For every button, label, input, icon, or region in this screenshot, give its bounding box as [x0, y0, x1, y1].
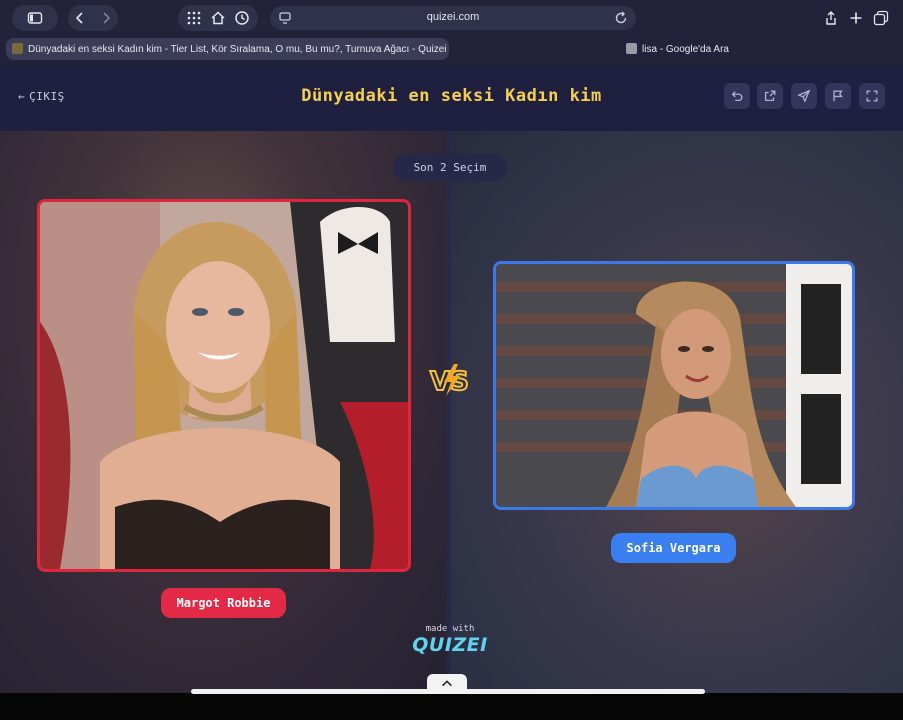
fullscreen-icon	[866, 90, 878, 102]
fullscreen-button[interactable]	[859, 83, 885, 109]
new-tab-icon[interactable]	[847, 9, 865, 27]
matchup-stage: Son 2 Seçim Margot Robbie Sofia Vergara …	[0, 131, 903, 693]
grid-icon[interactable]	[185, 9, 203, 27]
home-icon[interactable]	[209, 9, 227, 27]
share-icon	[764, 90, 776, 102]
made-with-label: made with	[425, 624, 475, 634]
share-sheet-icon[interactable]	[822, 9, 840, 27]
choice-card-right[interactable]	[493, 261, 855, 510]
undo-button[interactable]	[724, 83, 750, 109]
app-header: ← ÇIKIŞ Dünyadaki en seksi Kadın kim	[0, 66, 903, 131]
clock-icon[interactable]	[233, 9, 251, 27]
choice-card-left[interactable]	[37, 199, 411, 572]
collapse-toolbar-button[interactable]	[427, 674, 467, 694]
versus-badge: VS	[428, 360, 474, 400]
tab-title: Dünyadaki en seksi Kadın kim - Tier List…	[28, 43, 447, 55]
address-bar[interactable]: quizei.com	[270, 6, 636, 30]
share-button[interactable]	[757, 83, 783, 109]
right-choice-photo	[496, 264, 852, 507]
browser-toolbar: quizei.com	[0, 0, 903, 36]
url-text: quizei.com	[426, 11, 480, 23]
google-favicon	[626, 43, 637, 54]
send-button[interactable]	[791, 83, 817, 109]
reload-icon[interactable]	[612, 9, 630, 27]
choose-right-button[interactable]: Sofia Vergara	[611, 533, 736, 563]
browser-tabs: Dünyadaki en seksi Kadın kim - Tier List…	[0, 37, 903, 61]
history-nav	[68, 5, 118, 31]
tab-quizei[interactable]: Dünyadaki en seksi Kadın kim - Tier List…	[6, 38, 449, 60]
sidebar-toggle-button[interactable]	[12, 5, 58, 31]
tab-overview-icon[interactable]	[872, 9, 890, 27]
round-badge: Son 2 Seçim	[393, 154, 507, 181]
chevron-up-icon	[442, 680, 452, 687]
send-icon	[797, 89, 811, 103]
bottom-bar	[0, 693, 903, 720]
flag-icon	[833, 90, 843, 102]
left-choice-photo	[40, 202, 408, 569]
browser-chrome: quizei.com Dünyadaki en seksi Kadın kim …	[0, 0, 903, 66]
quizei-favicon	[12, 43, 23, 54]
undo-icon	[731, 91, 743, 102]
choose-left-button[interactable]: Margot Robbie	[161, 588, 286, 618]
quizei-logo[interactable]: QUIZEI	[395, 634, 505, 656]
tab-title: lisa - Google'da Ara	[642, 43, 729, 55]
forward-icon[interactable]	[97, 9, 115, 27]
center-divider	[446, 131, 452, 693]
quick-actions	[178, 5, 258, 31]
report-button[interactable]	[825, 83, 851, 109]
sidebar-icon	[26, 9, 44, 27]
tab-google[interactable]: lisa - Google'da Ara	[620, 38, 890, 60]
back-icon[interactable]	[71, 9, 89, 27]
vs-lightning-icon: VS	[429, 364, 470, 398]
